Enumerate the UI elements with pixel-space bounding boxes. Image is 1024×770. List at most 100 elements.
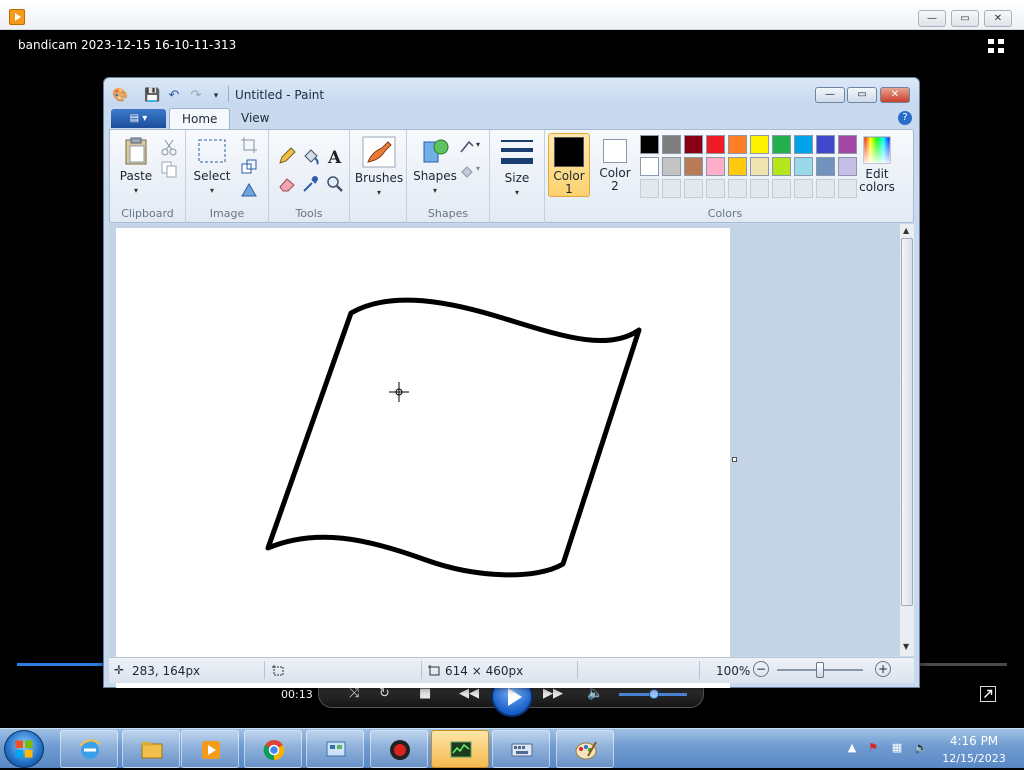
paint-app-icon[interactable]: 🎨 [112, 88, 128, 104]
show-hidden-icons-icon[interactable]: ▲ [845, 741, 859, 755]
switch-to-now-playing-icon[interactable] [980, 686, 996, 702]
taskbar-media-player[interactable] [181, 730, 239, 768]
zoom-in-button[interactable]: + [875, 661, 891, 677]
player-close-button[interactable]: ✕ [984, 10, 1012, 27]
customize-quick-access-icon[interactable]: ▾ [208, 88, 224, 104]
tab-view[interactable]: View [229, 108, 281, 129]
size-button[interactable]: Size ▾ [496, 138, 538, 199]
palette-swatch[interactable] [772, 135, 791, 154]
custom-color-slot[interactable] [772, 179, 791, 198]
taskbar-paint[interactable] [556, 730, 614, 768]
palette-swatch[interactable] [838, 157, 857, 176]
palette-swatch[interactable] [728, 157, 747, 176]
custom-color-slot[interactable] [750, 179, 769, 198]
action-center-icon[interactable]: ⚑ [866, 741, 880, 755]
drawing-canvas[interactable] [116, 228, 730, 688]
palette-swatch[interactable] [684, 135, 703, 154]
repeat-icon[interactable]: ↻ [379, 687, 390, 701]
paint-close-button[interactable]: ✕ [880, 87, 910, 103]
undo-icon[interactable]: ↶ [166, 88, 182, 104]
magnifier-icon[interactable] [325, 174, 345, 194]
vertical-scrollbar-thumb[interactable] [901, 238, 913, 606]
save-icon[interactable]: 💾 [144, 88, 160, 104]
taskbar-chrome[interactable] [244, 730, 302, 768]
color1-button[interactable]: Color 1 [548, 133, 590, 197]
zoom-slider-thumb[interactable] [816, 662, 824, 678]
clock-time[interactable]: 4:16 PM [944, 734, 1004, 748]
fill-icon[interactable]: ▾ [459, 162, 483, 180]
crop-icon[interactable] [240, 136, 258, 154]
palette-swatch[interactable] [838, 135, 857, 154]
paste-button[interactable]: Paste ▾ [116, 136, 156, 197]
text-tool-icon[interactable]: A [325, 146, 345, 166]
palette-swatch[interactable] [706, 157, 725, 176]
color2-button[interactable]: Color 2 [595, 133, 635, 197]
help-icon[interactable]: ? [898, 111, 912, 125]
tab-home[interactable]: Home [169, 108, 231, 129]
copy-icon[interactable] [160, 160, 178, 178]
pencil-icon[interactable] [277, 146, 297, 166]
zoom-out-button[interactable]: − [753, 661, 769, 677]
playlist-toggle-icon[interactable] [987, 38, 1005, 54]
paint-menu-button[interactable]: ▤ ▾ [111, 109, 166, 128]
palette-swatch[interactable] [750, 157, 769, 176]
custom-color-slot[interactable] [794, 179, 813, 198]
shapes-button[interactable]: Shapes ▾ [413, 136, 457, 197]
edit-colors-button[interactable]: Edit colors [857, 136, 897, 194]
palette-swatch[interactable] [706, 135, 725, 154]
palette-swatch[interactable] [662, 135, 681, 154]
palette-swatch[interactable] [750, 135, 769, 154]
palette-swatch[interactable] [684, 157, 703, 176]
stop-icon[interactable]: ■ [419, 687, 431, 701]
taskbar-control-panel[interactable] [306, 730, 364, 768]
custom-color-slot[interactable] [838, 179, 857, 198]
brushes-button[interactable]: Brushes ▾ [354, 136, 404, 199]
canvas-resize-handle[interactable] [732, 457, 737, 462]
palette-swatch[interactable] [794, 135, 813, 154]
palette-swatch[interactable] [794, 157, 813, 176]
fast-forward-icon[interactable]: ▶▶ [543, 687, 563, 701]
taskbar-task-manager[interactable] [431, 730, 489, 768]
redo-icon[interactable]: ↷ [188, 88, 204, 104]
palette-swatch[interactable] [662, 157, 681, 176]
custom-color-slot[interactable] [816, 179, 835, 198]
taskbar-bandicam[interactable] [370, 730, 428, 768]
network-icon[interactable]: ▦ [890, 741, 904, 755]
custom-color-slot[interactable] [640, 179, 659, 198]
palette-swatch[interactable] [640, 135, 659, 154]
player-minimize-button[interactable]: — [918, 10, 946, 27]
vertical-scrollbar[interactable]: ▲ ▼ [899, 224, 914, 656]
scroll-down-icon[interactable]: ▼ [903, 642, 909, 651]
palette-swatch[interactable] [772, 157, 791, 176]
taskbar-file-explorer[interactable] [122, 730, 180, 768]
volume-tray-icon[interactable]: 🔈 [914, 741, 928, 755]
volume-icon[interactable]: 🔈 [587, 687, 603, 701]
scroll-up-icon[interactable]: ▲ [903, 226, 909, 235]
taskbar-on-screen-keyboard[interactable] [492, 730, 550, 768]
resize-icon[interactable] [240, 158, 258, 176]
rewind-icon[interactable]: ◀◀ [459, 687, 479, 701]
outline-icon[interactable]: ▾ [459, 138, 483, 156]
paint-maximize-button[interactable]: ▭ [847, 87, 877, 103]
palette-swatch[interactable] [728, 135, 747, 154]
player-maximize-button[interactable]: ▭ [951, 10, 979, 27]
palette-swatch[interactable] [816, 157, 835, 176]
clock-date[interactable]: 12/15/2023 [938, 752, 1010, 765]
eraser-icon[interactable] [277, 174, 297, 194]
rotate-icon[interactable] [240, 180, 258, 198]
taskbar-internet-explorer[interactable] [60, 730, 118, 768]
cut-icon[interactable] [160, 138, 178, 156]
select-button[interactable]: Select ▾ [192, 136, 232, 197]
palette-swatch[interactable] [816, 135, 835, 154]
start-button[interactable] [4, 730, 44, 768]
color-picker-icon[interactable] [301, 174, 321, 194]
palette-swatch[interactable] [640, 157, 659, 176]
custom-color-slot[interactable] [728, 179, 747, 198]
custom-color-slot[interactable] [662, 179, 681, 198]
fill-bucket-icon[interactable] [301, 146, 321, 166]
paint-minimize-button[interactable]: — [815, 87, 845, 103]
custom-color-slot[interactable] [684, 179, 703, 198]
custom-color-slot[interactable] [706, 179, 725, 198]
volume-slider-knob[interactable] [649, 689, 659, 699]
shuffle-icon[interactable]: ⤨ [349, 687, 359, 701]
